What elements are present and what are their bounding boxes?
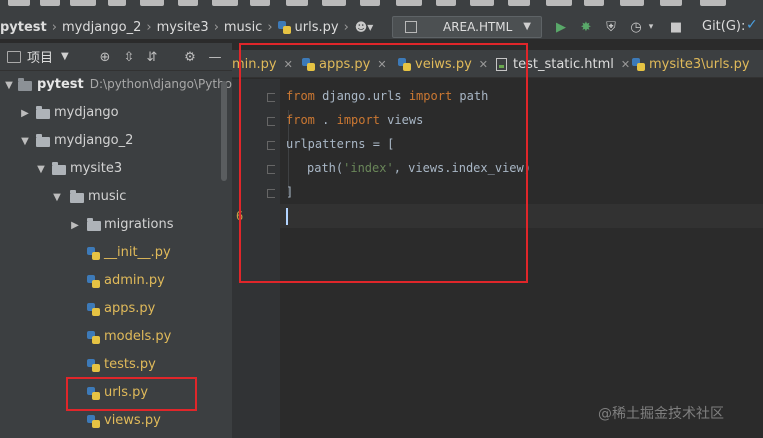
python-file-icon (632, 57, 645, 71)
python-file-icon (87, 247, 100, 260)
package-folder-icon (87, 218, 101, 231)
tab-label: test_static.html (513, 56, 614, 72)
hide-panel-icon[interactable]: — (206, 48, 224, 66)
breadcrumb-item-mysite3[interactable]: mysite3 (157, 20, 209, 35)
project-icon (7, 50, 21, 63)
tree-item-label: __init__.py (104, 245, 171, 260)
tree-item-label: music (88, 189, 127, 204)
tree-item-init-py[interactable]: __init__.py (0, 239, 232, 267)
python-file-icon (87, 359, 100, 372)
tree-item-admin-py[interactable]: admin.py (0, 267, 232, 295)
chevron-right-icon[interactable]: ▶ (20, 108, 30, 119)
breadcrumb-item-mydjango-2[interactable]: mydjango_2 (62, 20, 141, 35)
python-file-icon (277, 20, 291, 34)
root-project-name: pytest (37, 77, 84, 92)
python-file-icon (87, 275, 100, 288)
user-icon[interactable]: ☻▾ (351, 17, 377, 37)
tree-item-label: pytest D:\python\django\Python (37, 77, 232, 92)
breadcrumb: pytest › mydjango_2 › mysite3 › music › … (0, 17, 354, 37)
tree-item-label: mydjango_2 (54, 133, 134, 148)
tree-item-label: mydjango (54, 105, 119, 120)
chevron-right-icon: › (213, 19, 219, 35)
breadcrumb-item-music[interactable]: music (224, 20, 262, 35)
highlight-box-code (239, 43, 528, 283)
tree-item-migrations[interactable]: ▶ migrations (0, 211, 232, 239)
root-project-path: D:\python\django\Python (89, 77, 232, 91)
collapse-all-icon[interactable]: ⇵ (143, 48, 161, 66)
stop-icon[interactable]: ■ (666, 17, 686, 37)
tree-item-pytest[interactable]: ▼ pytest D:\python\django\Python (0, 71, 232, 99)
folder-icon (18, 78, 32, 91)
python-file-icon (87, 331, 100, 344)
folder-icon (52, 162, 66, 175)
project-panel-title[interactable]: 项目 (27, 47, 53, 66)
chevron-down-icon[interactable]: ▼ (4, 80, 14, 91)
chevron-down-icon[interactable]: ▼ (36, 164, 46, 175)
tree-scrollbar[interactable] (221, 81, 227, 181)
watermark: @稀土掘金技术社区 (598, 406, 724, 422)
chevron-down-icon: ▼ (523, 21, 531, 32)
tree-item-label: mysite3 (70, 161, 123, 176)
gear-icon[interactable]: ⚙ (181, 48, 199, 66)
package-folder-icon (70, 190, 84, 203)
chevron-right-icon: › (51, 19, 57, 35)
tree-item-label: models.py (104, 329, 172, 344)
tab-label: mysite3\urls.py (649, 56, 750, 72)
folder-icon (36, 106, 50, 119)
locate-icon[interactable]: ⊕ (96, 48, 114, 66)
breadcrumb-item-pytest[interactable]: pytest (0, 20, 47, 35)
tree-item-tests-py[interactable]: tests.py (0, 351, 232, 379)
python-file-icon (87, 415, 100, 428)
run-configuration-label: AREA.HTML (443, 20, 513, 34)
tree-item-label: tests.py (104, 357, 156, 372)
folder-icon (36, 134, 50, 147)
python-file-icon (87, 303, 100, 316)
html-file-icon (405, 21, 417, 33)
run-configuration-select[interactable]: AREA.HTML ▼ (392, 16, 542, 38)
profile-icon[interactable]: ◷ (626, 17, 646, 37)
navigation-bar: pytest › mydjango_2 › mysite3 › music › … (0, 0, 763, 40)
commit-check-icon[interactable]: ✓ (746, 17, 758, 33)
tree-item-apps-py[interactable]: apps.py (0, 295, 232, 323)
coverage-icon[interactable]: ⛨ (601, 17, 621, 37)
expand-all-icon[interactable]: ⇳ (120, 48, 138, 66)
tree-item-mydjango[interactable]: ▶ mydjango (0, 99, 232, 127)
chevron-right-icon: › (267, 19, 273, 35)
tree-item-views-py[interactable]: views.py (0, 407, 232, 435)
tree-item-models-py[interactable]: models.py (0, 323, 232, 351)
debug-icon[interactable]: ✸ (576, 17, 596, 37)
breadcrumb-item-urls-py[interactable]: urls.py (277, 19, 339, 35)
tree-item-mysite3[interactable]: ▼ mysite3 (0, 155, 232, 183)
tab-mysite3-urls-py[interactable]: mysite3\urls.py (632, 50, 750, 77)
highlight-box-urls-py (66, 377, 197, 411)
chevron-down-icon[interactable]: ▼ (52, 192, 62, 203)
tree-item-mydjango-2[interactable]: ▼ mydjango_2 (0, 127, 232, 155)
chevron-right-icon[interactable]: ▶ (70, 220, 80, 231)
close-icon[interactable]: ✕ (621, 58, 630, 71)
tree-item-label: apps.py (104, 301, 156, 316)
chevron-right-icon: › (146, 19, 152, 35)
chevron-down-icon[interactable]: ▼ (61, 51, 69, 62)
run-icon[interactable]: ▶ (551, 17, 571, 37)
git-menu-label[interactable]: Git(G): (702, 19, 745, 34)
chevron-down-icon[interactable]: ▾ (646, 17, 656, 37)
breadcrumb-file-label: urls.py (294, 19, 339, 35)
chevron-down-icon[interactable]: ▼ (20, 136, 30, 147)
tree-item-label: views.py (104, 413, 161, 428)
tree-item-label: admin.py (104, 273, 165, 288)
tree-item-label: migrations (104, 217, 174, 232)
tree-item-music[interactable]: ▼ music (0, 183, 232, 211)
chevron-right-icon: › (343, 19, 349, 35)
cropped-menu-strip (0, 0, 763, 12)
